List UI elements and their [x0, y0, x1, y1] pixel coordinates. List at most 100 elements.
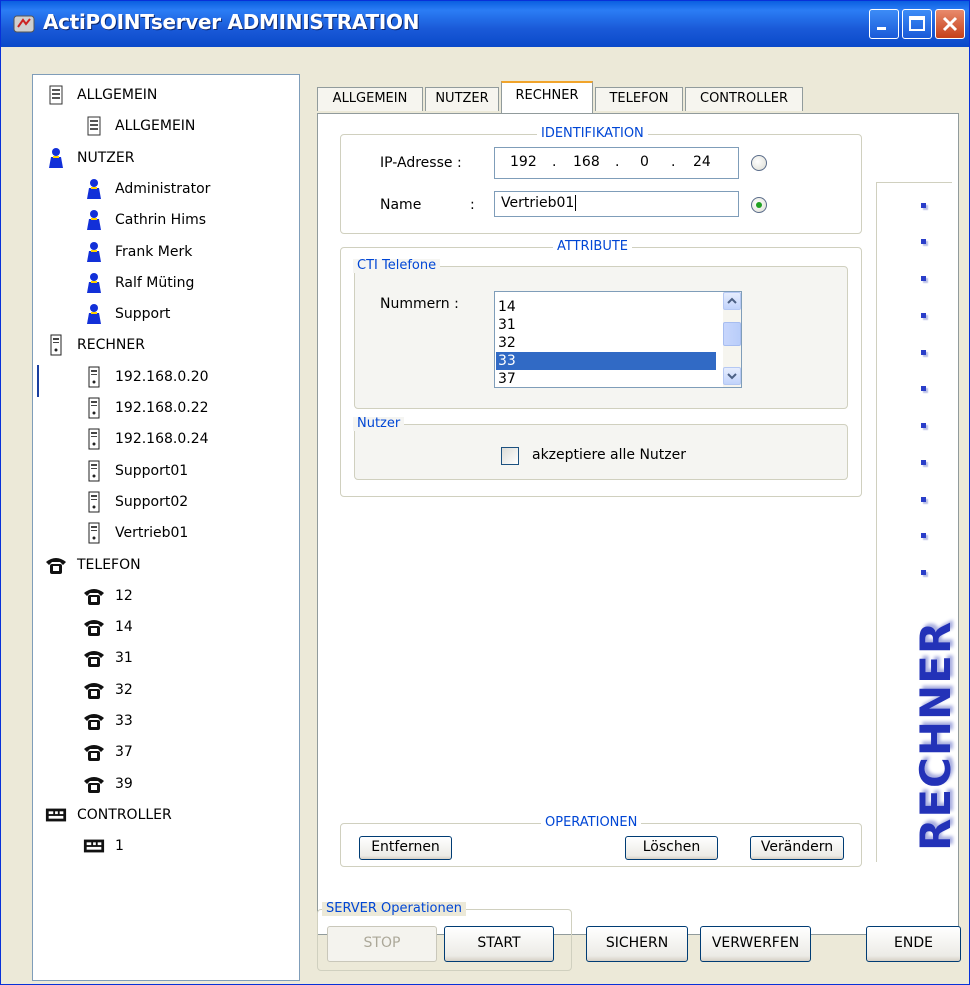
- ip-address-radio[interactable]: [751, 155, 767, 171]
- minimize-button[interactable]: [869, 9, 899, 39]
- name-radio[interactable]: [751, 197, 767, 213]
- ip-separator: .: [615, 154, 620, 170]
- tree-item[interactable]: Support02: [83, 488, 188, 516]
- tree-category[interactable]: TELEFON: [45, 551, 141, 579]
- operationen-title: OPERATIONEN: [541, 816, 642, 830]
- tree-category[interactable]: NUTZER: [45, 144, 134, 172]
- scroll-thumb[interactable]: [723, 322, 741, 346]
- list-item[interactable]: 32: [496, 334, 716, 352]
- tree-label: TELEFON: [77, 556, 141, 573]
- list-item-selected[interactable]: 33: [496, 352, 716, 370]
- tree-item[interactable]: 39: [83, 770, 133, 798]
- ip-address-input[interactable]: 192 . 168 . 0 . 24: [494, 147, 739, 179]
- tree-category[interactable]: CONTROLLER: [45, 801, 172, 829]
- banner-bullet: [921, 423, 926, 428]
- tree-item[interactable]: 12: [83, 582, 133, 610]
- tree-item[interactable]: Frank Merk: [83, 238, 192, 266]
- list-item[interactable]: 37: [496, 370, 716, 387]
- phone-icon: [83, 773, 105, 795]
- maximize-button[interactable]: [902, 9, 932, 39]
- banner-bullet: [921, 313, 926, 318]
- tree-label: 32: [115, 681, 133, 698]
- name-input[interactable]: Vertrieb01: [494, 191, 739, 217]
- tree-label: 192.168.0.20: [115, 368, 209, 385]
- ip-octet-3[interactable]: 0: [640, 154, 649, 170]
- close-button[interactable]: [935, 9, 965, 39]
- minimize-icon: [877, 27, 886, 30]
- server-operations-title: SERVER Operationen: [322, 902, 466, 916]
- tree-item[interactable]: 33: [83, 707, 133, 735]
- tree-label: ALLGEMEIN: [115, 118, 196, 135]
- tree-item[interactable]: 1: [83, 832, 124, 860]
- tree-item[interactable]: Vertrieb01: [83, 519, 188, 547]
- tree-item[interactable]: ALLGEMEIN: [83, 112, 195, 140]
- tab-rechner[interactable]: RECHNER: [501, 81, 593, 113]
- nutzer-title: Nutzer: [353, 417, 405, 431]
- accept-all-users-checkbox[interactable]: [501, 447, 519, 465]
- button-label: VERWERFEN: [711, 935, 800, 951]
- controller-icon: [83, 835, 105, 857]
- tree-item[interactable]: Administrator: [83, 175, 210, 203]
- tree-label: Support: [115, 306, 171, 323]
- ende-button[interactable]: ENDE: [866, 926, 961, 962]
- list-item[interactable]: 31: [496, 316, 716, 334]
- navigation-tree[interactable]: ALLGEMEIN ALLGEMEIN NUTZER Administrator Cat…: [32, 74, 300, 981]
- tab-controller[interactable]: CONTROLLER: [685, 87, 803, 111]
- loeschen-button[interactable]: Löschen: [625, 836, 718, 860]
- chevron-down-icon: [727, 373, 737, 380]
- list-scrollbar[interactable]: [723, 292, 741, 387]
- tree-category[interactable]: ALLGEMEIN: [45, 81, 157, 109]
- user-icon: [83, 178, 105, 200]
- identifikation-title: IDENTIFIKATION: [537, 127, 648, 141]
- close-icon: [942, 16, 958, 32]
- banner-bullet: [921, 497, 926, 502]
- tree-category[interactable]: RECHNER: [45, 331, 145, 359]
- phone-icon: [83, 585, 105, 607]
- name-value: Vertrieb01: [501, 195, 575, 211]
- tree-selection-marker: [37, 365, 39, 397]
- tab-allgemein[interactable]: ALLGEMEIN: [317, 87, 423, 111]
- tree-item[interactable]: Support01: [83, 457, 188, 485]
- stop-button[interactable]: STOP: [327, 926, 437, 962]
- computer-icon: [83, 366, 105, 388]
- user-icon: [83, 209, 105, 231]
- window-title: ActiPOINTserver ADMINISTRATION: [43, 10, 420, 34]
- title-bar[interactable]: ActiPOINTserver ADMINISTRATION: [1, 1, 969, 47]
- sichern-button[interactable]: SICHERN: [586, 926, 688, 962]
- ip-octet-1[interactable]: 192: [510, 154, 537, 170]
- tree-item[interactable]: 192.168.0.20: [83, 363, 209, 391]
- banner-bullet: [921, 570, 926, 575]
- computer-icon: [83, 460, 105, 482]
- phone-icon: [83, 679, 105, 701]
- tree-item[interactable]: 192.168.0.24: [83, 425, 209, 453]
- app-window: ActiPOINTserver ADMINISTRATION ALLGEMEIN…: [0, 0, 970, 985]
- button-label: Verändern: [760, 839, 834, 855]
- nummern-listbox[interactable]: 14 31 32 33 37: [494, 291, 742, 388]
- tree-item[interactable]: 14: [83, 613, 133, 641]
- computer-icon: [45, 334, 67, 356]
- computer-icon: [83, 397, 105, 419]
- tree-item[interactable]: Ralf Müting: [83, 269, 194, 297]
- entfernen-button[interactable]: Entfernen: [359, 836, 452, 860]
- tree-item[interactable]: 37: [83, 738, 133, 766]
- ip-octet-2[interactable]: 168: [573, 154, 600, 170]
- tab-nutzer[interactable]: NUTZER: [425, 87, 499, 111]
- veraendern-button[interactable]: Verändern: [750, 836, 844, 860]
- scroll-down-button[interactable]: [723, 367, 741, 385]
- button-label: START: [477, 935, 521, 951]
- start-button[interactable]: START: [444, 926, 554, 962]
- scroll-up-button[interactable]: [723, 292, 741, 310]
- radio-selected-dot: [756, 202, 762, 208]
- banner-bullet: [921, 239, 926, 244]
- attribute-title: ATTRIBUTE: [553, 240, 632, 254]
- list-item[interactable]: 14: [496, 298, 716, 316]
- tree-item[interactable]: Cathrin Hims: [83, 206, 206, 234]
- tree-item[interactable]: 192.168.0.22: [83, 394, 209, 422]
- tree-item[interactable]: Support: [83, 300, 170, 328]
- verwerfen-button[interactable]: VERWERFEN: [700, 926, 811, 962]
- ip-octet-4[interactable]: 24: [693, 154, 711, 170]
- tree-item[interactable]: 31: [83, 644, 133, 672]
- tree-item[interactable]: 32: [83, 676, 133, 704]
- tab-label: CONTROLLER: [700, 91, 788, 106]
- tab-telefon[interactable]: TELEFON: [595, 87, 683, 111]
